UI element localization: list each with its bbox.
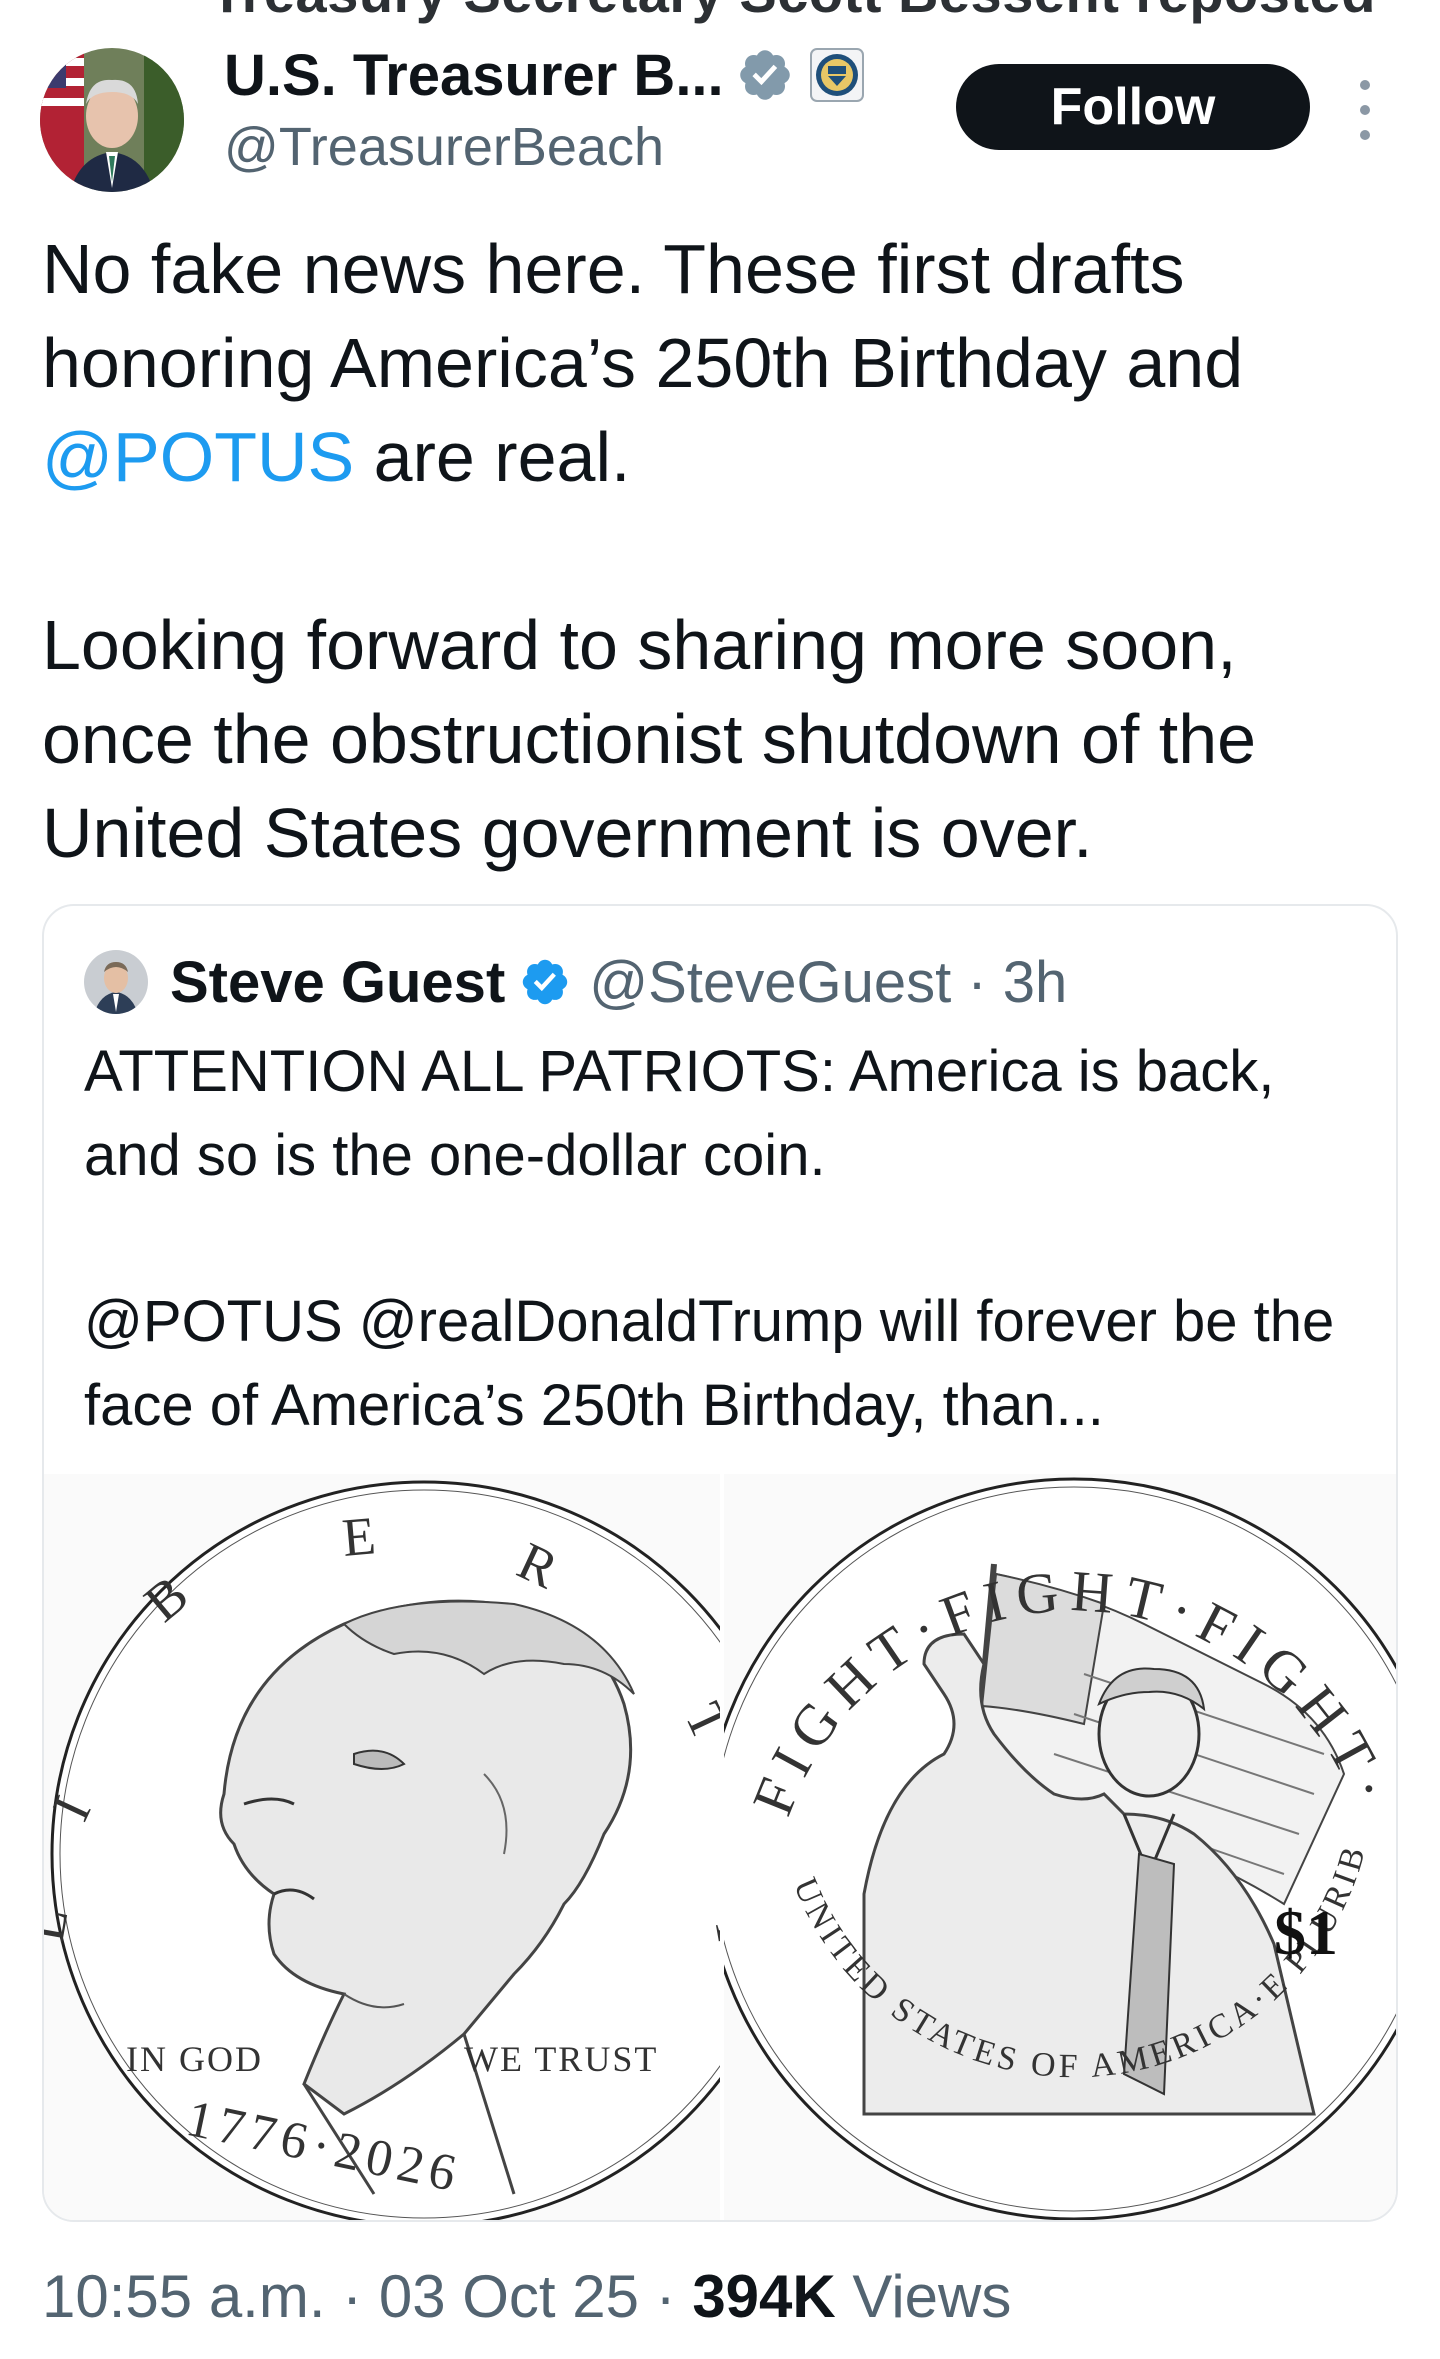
- coin-images[interactable]: L I B E R T Y IN GOD WE TRUST 1776·2026: [44, 1474, 1396, 2220]
- coin-reverse-image[interactable]: FIGHT·FIGHT·FIGHT·FIGHT UNITED STATES OF…: [724, 1474, 1396, 2220]
- tweet-text: No fake news here. These first drafts ho…: [42, 222, 1402, 880]
- coin-obverse-image[interactable]: L I B E R T Y IN GOD WE TRUST 1776·2026: [44, 1474, 720, 2220]
- avatar-photo: [40, 48, 184, 192]
- author-name-row: U.S. Treasurer B...: [224, 40, 866, 110]
- more-options-icon[interactable]: [1350, 80, 1380, 140]
- coin-motto-left: IN GOD: [126, 2039, 263, 2079]
- quoted-tweet-header: Steve Guest @SteveGuest · 3h: [84, 942, 1067, 1022]
- tweet-text-part: No fake news here. These first drafts ho…: [42, 230, 1244, 402]
- quoted-verified-icon: [519, 956, 571, 1008]
- quoted-author-handle[interactable]: @SteveGuest · 3h: [589, 949, 1067, 1016]
- tweet-text-part: are real.: [354, 418, 631, 496]
- tweet-timestamp[interactable]: 10:55 a.m. · 03 Oct 25 ·: [42, 2263, 692, 2330]
- views-count: 394K: [692, 2263, 836, 2330]
- coin-denomination: $1: [1274, 1897, 1338, 1968]
- views-label: Views: [835, 2263, 1012, 2330]
- quoted-tweet-card[interactable]: Steve Guest @SteveGuest · 3h ATTENTION A…: [42, 904, 1398, 2222]
- quoted-paragraph-1: ATTENTION ALL PATRIOTS: America is back,…: [84, 1039, 1275, 1188]
- quoted-tweet-text: ATTENTION ALL PATRIOTS: America is back,…: [84, 1030, 1374, 1448]
- tweet-paragraph-1: No fake news here. These first drafts ho…: [42, 222, 1402, 504]
- follow-button[interactable]: Follow: [956, 64, 1310, 150]
- quoted-paragraph-2: @POTUS @realDonaldTrump will forever be …: [84, 1289, 1335, 1438]
- quoted-author-name[interactable]: Steve Guest: [170, 949, 505, 1016]
- author-display-name[interactable]: U.S. Treasurer B...: [224, 42, 724, 109]
- repost-banner: Treasury Secretary Scott Bessent reposte…: [210, 0, 1376, 25]
- author-avatar[interactable]: [40, 48, 184, 192]
- tweet-paragraph-2: Looking forward to sharing more soon, on…: [42, 606, 1257, 872]
- tweet-meta: 10:55 a.m. · 03 Oct 25 · 394K Views: [42, 2262, 1011, 2331]
- quoted-author-avatar[interactable]: [84, 950, 148, 1014]
- coin-motto-right: WE TRUST: [464, 2039, 658, 2079]
- treasury-seal-icon: [808, 46, 866, 104]
- mention-link[interactable]: @POTUS: [42, 418, 354, 496]
- verified-badge-icon: [736, 46, 794, 104]
- author-handle[interactable]: @TreasurerBeach: [224, 116, 664, 178]
- coin-liberty-letter: E: [340, 1505, 378, 1568]
